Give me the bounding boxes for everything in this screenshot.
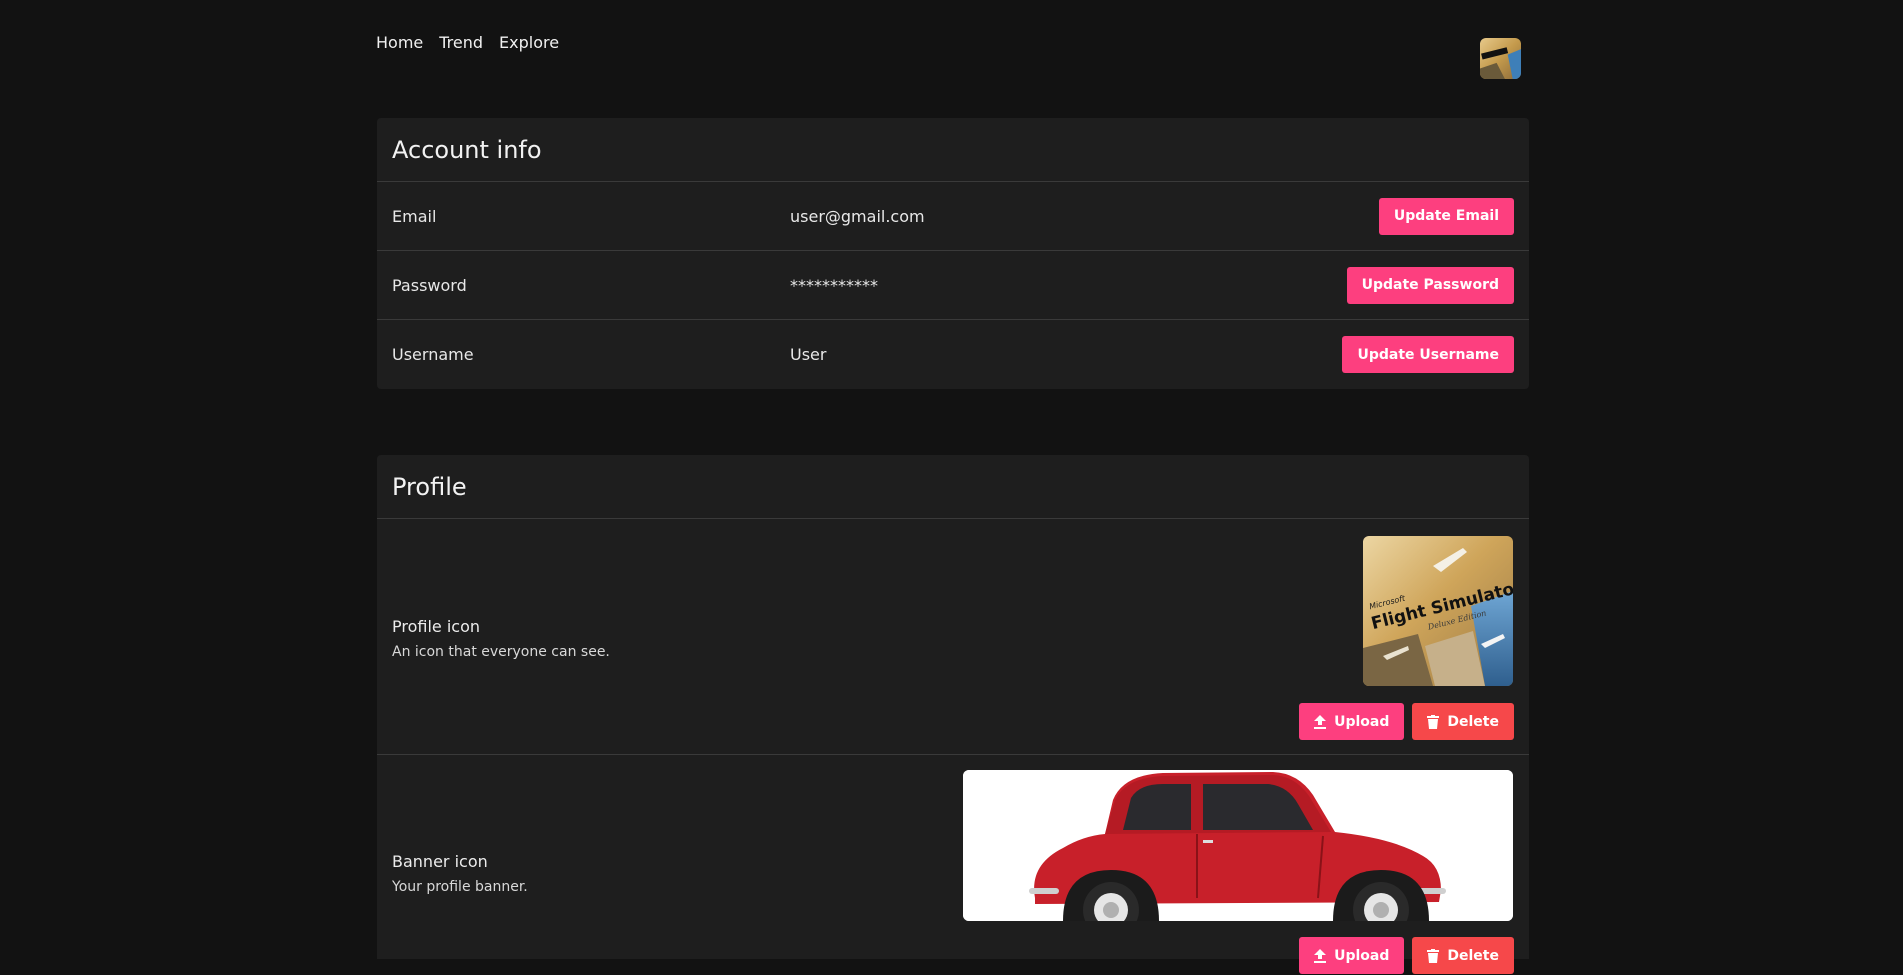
upload-icon [1314, 948, 1327, 963]
trash-icon [1427, 714, 1440, 729]
email-value: user@gmail.com [790, 206, 925, 226]
password-row: Password *********** Update Password [377, 251, 1529, 320]
profile-icon-upload-label: Upload [1334, 713, 1390, 730]
profile-icon-label: Profile icon [392, 617, 481, 636]
banner-upload-button[interactable]: Upload [1299, 937, 1405, 974]
password-label: Password [392, 275, 467, 295]
profile-icon-description: An icon that everyone can see. [392, 644, 610, 660]
banner-image [963, 770, 1513, 921]
banner-row: Banner icon Your profile banner. Upload … [377, 755, 1529, 975]
profile-icon-actions: Upload Delete [1299, 703, 1514, 740]
banner-text: Banner icon Your profile banner. [392, 852, 528, 895]
password-value: *********** [790, 275, 878, 295]
avatar[interactable] [1480, 38, 1521, 79]
upload-icon [1314, 714, 1327, 729]
profile-icon-image: Microsoft Flight Simulator Deluxe Editio… [1363, 536, 1513, 686]
email-row: Email user@gmail.com Update Email [377, 182, 1529, 251]
profile-icon-row: Profile icon An icon that everyone can s… [377, 519, 1529, 755]
avatar-image [1480, 38, 1521, 79]
profile-icon-upload-button[interactable]: Upload [1299, 703, 1405, 740]
nav-explore[interactable]: Explore [499, 33, 559, 52]
username-value: User [790, 345, 827, 364]
account-info-title: Account info [377, 118, 1529, 182]
update-username-button[interactable]: Update Username [1342, 336, 1514, 373]
profile-card: Profile Profile icon An icon that everyo… [377, 455, 1529, 974]
email-label: Email [392, 206, 437, 226]
username-label: Username [392, 345, 474, 364]
account-info-card: Account info Email user@gmail.com Update… [377, 118, 1529, 389]
banner-upload-label: Upload [1334, 947, 1390, 964]
profile-title: Profile [377, 455, 1529, 519]
banner-label: Banner icon [392, 852, 488, 871]
update-email-button[interactable]: Update Email [1378, 197, 1514, 235]
profile-icon-delete-label: Delete [1447, 713, 1499, 730]
username-row: Username User Update Username [377, 320, 1529, 389]
trash-icon [1427, 948, 1440, 963]
profile-icon-text: Profile icon An icon that everyone can s… [392, 617, 610, 660]
nav-home[interactable]: Home [376, 33, 423, 52]
banner-actions: Upload Delete [1299, 937, 1514, 974]
update-password-button[interactable]: Update Password [1346, 266, 1514, 304]
nav-trend[interactable]: Trend [439, 33, 483, 52]
banner-delete-button[interactable]: Delete [1412, 937, 1514, 974]
banner-delete-label: Delete [1447, 947, 1499, 964]
top-nav: Home Trend Explore [376, 33, 559, 52]
profile-icon-delete-button[interactable]: Delete [1412, 703, 1514, 740]
banner-description: Your profile banner. [392, 879, 528, 895]
